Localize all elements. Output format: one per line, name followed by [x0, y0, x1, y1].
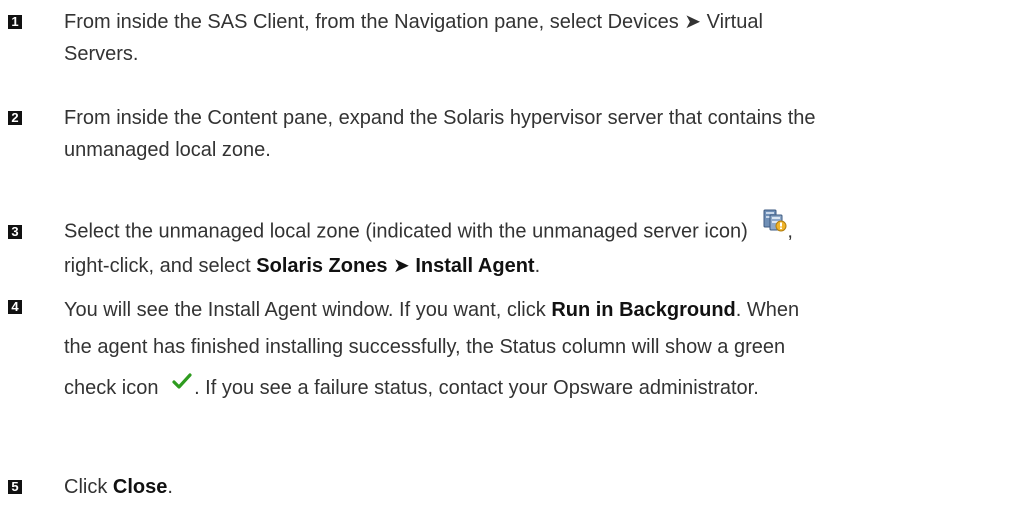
step-line: check icon . If you see a failure status…	[64, 370, 1014, 407]
step-line: From inside the SAS Client, from the Nav…	[64, 11, 763, 33]
step-line: Click Close.	[64, 471, 1014, 503]
step-line-text: right-click, and select	[64, 255, 257, 277]
button-name-bold: Run in Background	[551, 299, 736, 321]
step-line-text: . When	[735, 299, 800, 321]
step-text: From inside the Content pane, expand the…	[64, 102, 1014, 166]
step-text: You will see the Install Agent window. I…	[64, 292, 1014, 407]
step-text: Select the unmanaged local zone (indicat…	[64, 209, 1014, 282]
step-line-text: ,	[787, 220, 793, 243]
menu-path-bold: Solaris Zones ➤ Install Agent	[256, 255, 535, 277]
step-line: From inside the Content pane, expand the…	[64, 107, 816, 129]
step-number-badge: 4	[8, 300, 22, 314]
step-number-badge: 1	[8, 15, 22, 29]
step-line-text: . If you see a failure status, contact y…	[194, 377, 759, 399]
step-line-text: Select the unmanaged local zone (indicat…	[64, 220, 748, 243]
unmanaged-server-icon	[761, 206, 787, 242]
step-number-badge: 3	[8, 225, 22, 239]
step-number-badge: 2	[8, 111, 22, 125]
step-line-text: .	[534, 255, 541, 277]
step-line-text: check icon	[64, 377, 159, 399]
step-line-text: .	[167, 476, 173, 498]
step-line: right-click, and select Solaris Zones ➤ …	[64, 250, 1014, 282]
step-text: From inside the SAS Client, from the Nav…	[64, 6, 1014, 70]
step-line: Servers.	[64, 43, 139, 65]
step-text: Click Close.	[64, 471, 1014, 503]
button-name-bold: Close	[112, 476, 168, 498]
step-number-badge: 5	[8, 480, 22, 494]
step-line: the agent has finished installing succes…	[64, 336, 786, 358]
step-line-text: Click	[64, 476, 113, 498]
step-line-text: You will see the Install Agent window. I…	[64, 299, 552, 321]
step-line: Select the unmanaged local zone (indicat…	[64, 209, 1014, 250]
step-line: You will see the Install Agent window. I…	[64, 292, 1014, 329]
green-check-icon	[172, 366, 192, 403]
step-line: unmanaged local zone.	[64, 139, 271, 161]
